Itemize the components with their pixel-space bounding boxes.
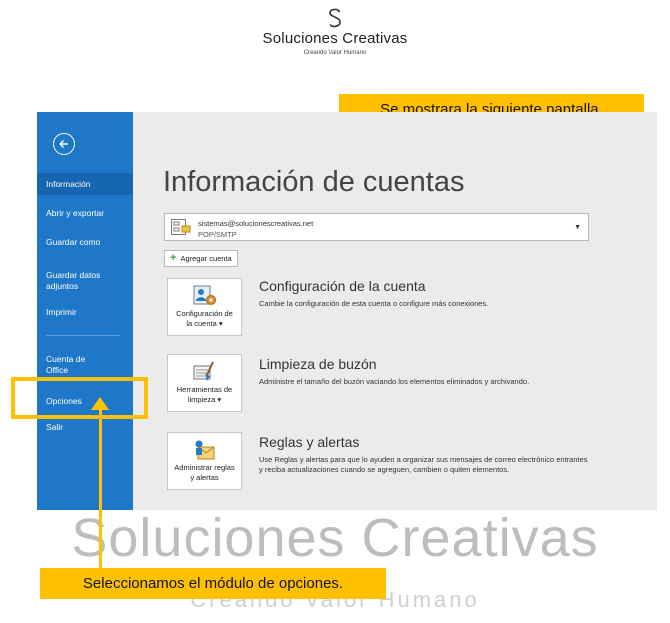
bottom-callout: Seleccionamos el módulo de opciones.: [40, 568, 386, 599]
section-desc-cleanup: Administre el tamaño del buzón vaciando …: [259, 377, 530, 386]
account-card-icon: [171, 219, 191, 235]
pointer-arrow-line: [99, 408, 102, 588]
account-type: POP/SMTP: [198, 230, 237, 239]
section-desc-rules: Use Reglas y alertas para que lo ayuden …: [259, 455, 588, 474]
main-content: Información de cuentas sistemas@solucion…: [133, 112, 657, 510]
account-email: sistemas@solucionescreativas.net: [198, 219, 314, 228]
sidebar-item-cuenta-office[interactable]: Cuenta de Office: [37, 354, 133, 376]
options-highlight-box: [11, 377, 148, 419]
sidebar-item-label: Guardar datos adjuntos: [46, 270, 101, 291]
account-settings-label: Configuración de la cuenta ▾: [176, 309, 233, 328]
sidebar-item-label: Cuenta de Office: [46, 354, 86, 375]
manage-rules-label: Administrar reglas y alertas: [174, 463, 235, 482]
sidebar-item-informacion[interactable]: Información: [37, 173, 133, 195]
add-account-button[interactable]: + Agregar cuenta: [164, 250, 238, 267]
outlook-backstage: Información Abrir y exportar Guardar com…: [37, 112, 657, 510]
account-settings-icon: [193, 285, 216, 305]
sidebar: Información Abrir y exportar Guardar com…: [37, 112, 133, 510]
manage-rules-button[interactable]: Administrar reglas y alertas: [167, 432, 242, 490]
brand-name: Soluciones Creativas: [262, 30, 408, 47]
rules-alerts-icon: [195, 440, 215, 460]
account-settings-button[interactable]: Configuración de la cuenta ▾: [167, 278, 242, 336]
brand-header: Soluciones Creativas Creando Valor Human…: [0, 8, 670, 56]
pointer-arrow-up-icon: [91, 397, 109, 410]
section-title-cleanup: Limpieza de buzón: [259, 356, 377, 372]
sidebar-item-imprimir[interactable]: Imprimir: [37, 307, 133, 318]
chevron-down-icon: ▼: [574, 224, 581, 231]
sidebar-item-label: Guardar como: [46, 237, 101, 247]
section-title-config: Configuración de la cuenta: [259, 278, 426, 294]
brand-logo-icon: [329, 8, 341, 28]
sidebar-item-guardar-como[interactable]: Guardar como: [37, 237, 133, 248]
sidebar-item-label: Información: [46, 179, 91, 189]
back-button[interactable]: [53, 133, 75, 155]
sidebar-item-salir[interactable]: Salir: [37, 422, 133, 433]
add-account-label: Agregar cuenta: [180, 254, 232, 263]
cleanup-tools-button[interactable]: Herramientas de limpieza ▾: [167, 354, 242, 412]
brand-tagline: Creando Valor Humano: [303, 50, 367, 56]
sidebar-item-label: Salir: [46, 422, 64, 432]
cleanup-tools-label: Herramientas de limpieza ▾: [176, 385, 233, 404]
plus-icon: +: [170, 252, 177, 264]
back-arrow-icon: [59, 140, 68, 148]
sidebar-item-guardar-adjuntos[interactable]: Guardar datos adjuntos: [37, 270, 133, 292]
sidebar-divider: [46, 335, 120, 336]
section-title-rules: Reglas y alertas: [259, 434, 360, 450]
account-selector[interactable]: sistemas@solucionescreativas.net POP/SMT…: [164, 213, 589, 241]
mailbox-cleanup-icon: [193, 361, 214, 381]
sidebar-item-abrir-exportar[interactable]: Abrir y exportar: [37, 208, 133, 219]
page-title: Información de cuentas: [163, 166, 465, 198]
sidebar-item-label: Imprimir: [46, 307, 77, 317]
section-desc-config: Cambie la configuración de esta cuenta o…: [259, 299, 489, 308]
sidebar-item-label: Abrir y exportar: [46, 208, 105, 218]
